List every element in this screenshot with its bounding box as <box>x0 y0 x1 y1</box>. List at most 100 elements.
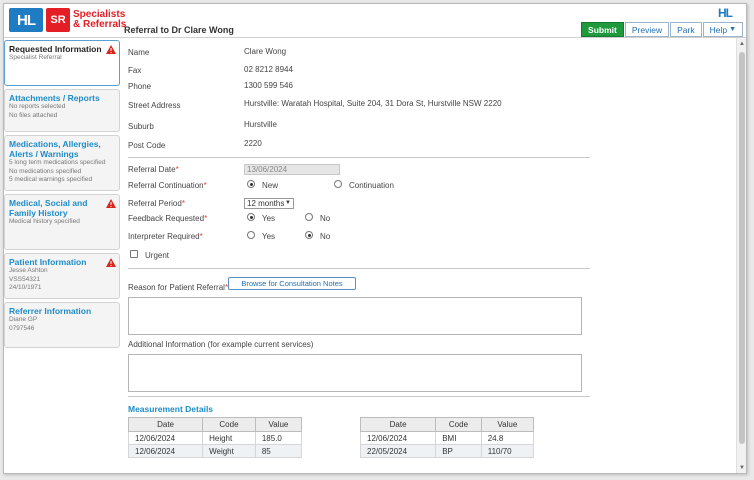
continuation-radio-label: Continuation <box>349 181 394 190</box>
sr-logo: SR <box>46 8 70 32</box>
feedback-no-label: No <box>320 214 331 223</box>
additional-info-textarea[interactable] <box>128 354 582 392</box>
suburb-label: Suburb <box>128 122 154 131</box>
phone-label: Phone <box>128 82 152 91</box>
sidebar-item-detail: Specialist Referral <box>9 54 62 61</box>
sidebar-item-attachments[interactable]: Attachments / Reports No reports selecte… <box>4 89 120 132</box>
sidebar-item-medical-history[interactable]: Medical, Social and Family History Medic… <box>4 194 120 250</box>
street-value: Hurstville: Waratah Hospital, Suite 204,… <box>244 99 502 108</box>
cell-value: 24.8 <box>480 431 535 445</box>
feedback-label: Feedback Requested* <box>128 214 208 223</box>
app-header: HL SR Specialists & Referrals Referral t… <box>4 4 746 38</box>
submit-button[interactable]: Submit <box>581 22 624 37</box>
name-value: Clare Wong <box>244 47 287 56</box>
sidebar-item-detail: 5 medical warnings specified <box>9 176 93 183</box>
sidebar-item-detail: 0797546 <box>9 324 35 332</box>
interpreter-no-radio[interactable] <box>305 231 313 239</box>
sidebar-item-detail: 24/10/1971 <box>9 284 42 291</box>
sidebar-item-label: Medical, Social and Family History <box>9 198 88 218</box>
urgent-checkbox[interactable] <box>130 250 138 258</box>
new-radio-label: New <box>262 181 279 190</box>
interpreter-yes-label: Yes <box>262 232 276 241</box>
referral-period-label: Referral Period* <box>128 199 185 208</box>
sidebar-item-detail: No files attached <box>9 111 58 119</box>
feedback-yes-radio[interactable] <box>247 213 255 221</box>
sidebar-item-detail: 5 long term medications specified <box>9 159 106 166</box>
interpreter-label: Interpreter Required* <box>128 232 203 241</box>
fax-label: Fax <box>128 66 142 75</box>
browse-consultation-notes-button[interactable]: Browse for Consultation Notes <box>228 277 356 290</box>
divider <box>128 396 590 397</box>
measurement-details-heading: Measurement Details <box>128 404 214 414</box>
referral-date-input[interactable]: 13/06/2024 <box>244 164 340 175</box>
interpreter-no-label: No <box>320 232 331 241</box>
cell-date: 12/06/2024 <box>127 431 204 445</box>
hl-logo: HL <box>9 8 43 32</box>
reason-textarea[interactable] <box>128 297 582 335</box>
brand-line-2: & Referrals <box>73 19 127 30</box>
measurements-table-right: Date Code Value 12/06/2024 BMI 24.8 22/0… <box>359 417 535 458</box>
sidebar-item-requested-information[interactable]: Requested Information Specialist Referra… <box>4 40 120 86</box>
page-title: Referral to Dr Clare Wong <box>124 25 234 35</box>
column-header-date: Date <box>127 417 204 432</box>
continuation-radio[interactable] <box>334 180 342 188</box>
feedback-no-radio[interactable] <box>305 213 313 221</box>
sidebar-item-label: Patient Information <box>9 257 87 267</box>
scrollbar-thumb[interactable] <box>739 52 745 444</box>
cell-code: Weight <box>202 444 256 458</box>
table-row: 12/06/2024 BMI 24.8 <box>359 431 535 445</box>
sidebar-item-detail: Diane GP <box>9 316 38 323</box>
referral-period-select[interactable]: 12 months ▼ <box>244 198 294 209</box>
cell-date: 22/05/2024 <box>359 444 437 458</box>
help-label: Help <box>709 24 728 35</box>
sidebar-item-label: Attachments / Reports <box>9 93 100 103</box>
cell-code: BP <box>435 444 482 458</box>
referral-window: HL SR Specialists & Referrals Referral t… <box>3 3 747 474</box>
scroll-up-icon[interactable]: ▲ <box>738 40 746 48</box>
divider <box>128 268 590 269</box>
phone-value: 1300 599 546 <box>244 81 293 90</box>
divider <box>128 157 590 158</box>
sidebar-item-patient-information[interactable]: Patient Information Jesse Ashton VSS5432… <box>4 253 120 299</box>
chevron-down-icon: ▼ <box>729 26 736 33</box>
sidebar-item-detail: No reports selected <box>9 103 66 110</box>
park-button[interactable]: Park <box>670 22 702 37</box>
column-header-code: Code <box>202 417 256 432</box>
sidebar-item-detail: No medications specified <box>9 167 82 175</box>
hl-corner-icon: HL <box>718 6 733 20</box>
sidebar: Requested Information Specialist Referra… <box>4 40 120 351</box>
cell-value: 85 <box>254 444 303 458</box>
sidebar-item-referrer-information[interactable]: Referrer Information Diane GP 0797546 <box>4 302 120 348</box>
table-row: 22/05/2024 BP 110/70 <box>359 444 535 458</box>
sidebar-item-label: Medications, Allergies, Alerts / Warning… <box>9 139 101 159</box>
sidebar-item-medications[interactable]: Medications, Allergies, Alerts / Warning… <box>4 135 120 191</box>
sidebar-item-detail: Medical history specified <box>9 218 80 225</box>
vertical-scrollbar[interactable]: ▲ ▼ <box>736 38 746 473</box>
sidebar-item-label: Referrer Information <box>9 306 92 316</box>
cell-value: 110/70 <box>480 444 535 458</box>
table-header-row: Date Code Value <box>359 417 535 432</box>
continuation-label: Referral Continuation* <box>128 181 207 190</box>
scroll-down-icon[interactable]: ▼ <box>738 464 746 472</box>
referral-date-label: Referral Date* <box>128 165 179 174</box>
help-button[interactable]: Help ▼ <box>702 22 743 37</box>
postcode-value: 2220 <box>244 139 262 148</box>
table-row: 12/06/2024 Weight 85 <box>127 444 303 458</box>
sidebar-item-detail: VSS54321 <box>9 275 41 283</box>
new-radio[interactable] <box>247 180 255 188</box>
cell-code: BMI <box>435 431 482 445</box>
action-toolbar: Submit Preview Park Help ▼ <box>581 22 743 37</box>
measurements-table-left: Date Code Value 12/06/2024 Height 185.0 … <box>127 417 303 458</box>
feedback-yes-label: Yes <box>262 214 276 223</box>
cell-value: 185.0 <box>254 431 303 445</box>
reason-label: Reason for Patient Referral* <box>128 283 229 292</box>
street-label: Street Address <box>128 101 181 110</box>
interpreter-yes-radio[interactable] <box>247 231 255 239</box>
column-header-value: Value <box>480 417 535 432</box>
preview-button[interactable]: Preview <box>624 22 670 37</box>
table-header-row: Date Code Value <box>127 417 303 432</box>
table-row: 12/06/2024 Height 185.0 <box>127 431 303 445</box>
postcode-label: Post Code <box>128 141 166 150</box>
chevron-down-icon: ▼ <box>285 200 291 206</box>
warning-icon <box>106 199 116 208</box>
